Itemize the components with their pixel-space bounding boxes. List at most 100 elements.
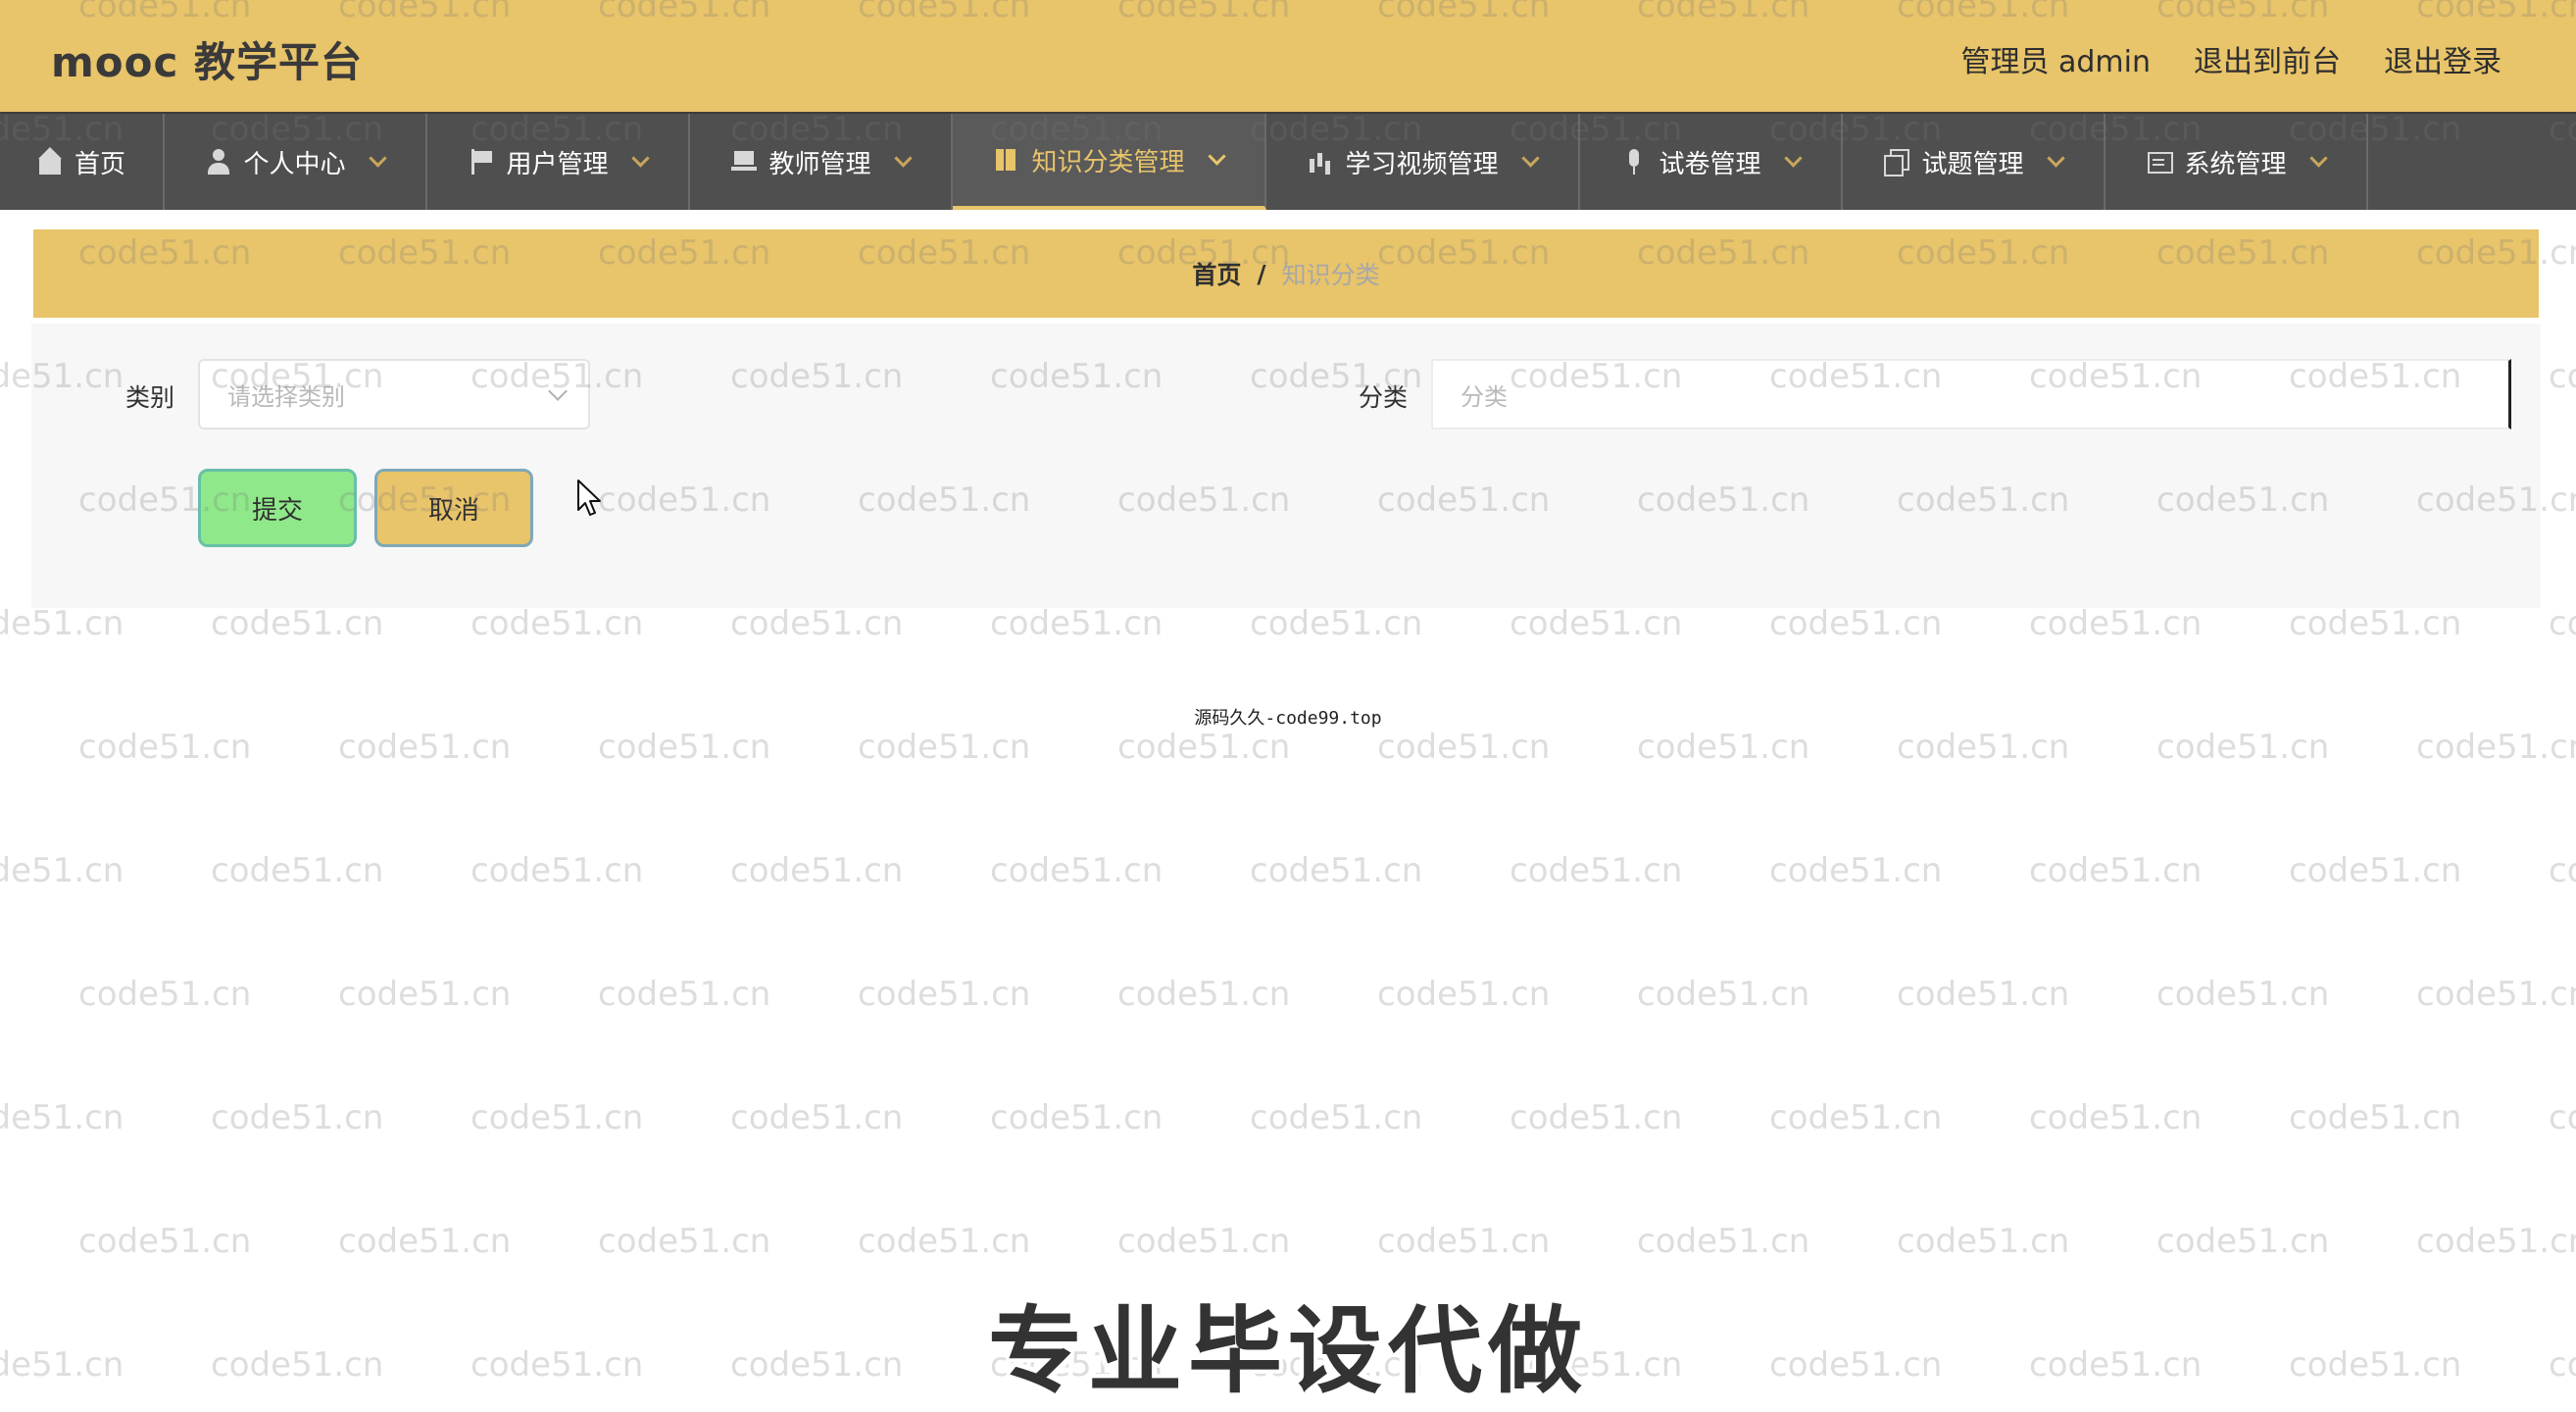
watermark-text: code51.cn [1250, 1098, 1423, 1137]
watermark-text: code51.cn [730, 604, 904, 643]
watermark-text: code51.cn [338, 1222, 512, 1261]
nav-item-label: 试卷管理 [1659, 149, 1761, 179]
cancel-button[interactable]: 取消 [374, 469, 533, 547]
watermark-text: code51.cn [471, 1098, 644, 1137]
top-header: mooc 教学平台 管理员 admin 退出到前台 退出登录 [0, 0, 2576, 112]
watermark-text: code51.cn [2416, 1222, 2576, 1261]
watermark-text: code51.cn [78, 975, 252, 1014]
chevron-down-icon [2046, 148, 2065, 168]
watermark-text: code51.cn [598, 728, 771, 767]
watermark-text: code51.cn [211, 1098, 384, 1137]
watermark-text: code51.cn [2289, 1098, 2462, 1137]
watermark-text: code51.cn [471, 851, 644, 890]
main-nav: 首页 个人中心 用户管理 教师管理 知识分类管理 学习视频管理 试卷管理 试题管… [0, 112, 2576, 210]
watermark-text: code51.cn [471, 604, 644, 643]
watermark-text: code51.cn [1377, 728, 1551, 767]
user-icon [206, 149, 231, 175]
watermark-text: code51.cn [1769, 604, 1943, 643]
logout-link[interactable]: 退出登录 [2384, 37, 2502, 80]
watermark-text: code51.cn [1510, 851, 1683, 890]
watermark-text: code51.cn [2156, 975, 2330, 1014]
watermark-text: code51.cn [2289, 604, 2462, 643]
watermark-text: code51.cn [858, 728, 1031, 767]
watermark-text: code51.cn [2156, 1222, 2330, 1261]
watermark-text: code51.cn [1637, 1222, 1810, 1261]
nav-item-user-management[interactable]: 用户管理 [427, 114, 690, 210]
promo-overlay-text: 专业毕设代做 [988, 1296, 1588, 1406]
watermark-text: code51.cn [1897, 728, 2070, 767]
nav-item-label: 个人中心 [243, 149, 346, 179]
nav-item-knowledge-category-management[interactable]: 知识分类管理 [953, 114, 1266, 210]
category-label: 类别 [125, 383, 175, 412]
exit-to-frontend-link[interactable]: 退出到前台 [2194, 37, 2341, 80]
chevron-down-icon [368, 148, 387, 168]
watermark-text: code51.cn [2156, 728, 2330, 767]
system-icon [2147, 149, 2174, 175]
watermark-text: code51.cn [1769, 1098, 1943, 1137]
watermark-text: code51.cn [2549, 357, 2576, 396]
header-actions: 管理员 admin 退出到前台 退出登录 [1960, 37, 2502, 80]
nav-item-label: 知识分类管理 [1031, 147, 1185, 177]
chevron-down-icon [1783, 148, 1803, 168]
watermark-text: code51.cn [2416, 728, 2576, 767]
breadcrumb-current: 知识分类 [1281, 261, 1380, 289]
watermark-text: code51.cn [990, 604, 1164, 643]
watermark-text: code51.cn [990, 851, 1164, 890]
nav-item-question-management[interactable]: 试题管理 [1843, 114, 2105, 210]
copy-icon [1884, 149, 1910, 176]
submit-button[interactable]: 提交 [198, 469, 357, 547]
watermark-text: code51.cn [2549, 1098, 2576, 1137]
nav-item-label: 学习视频管理 [1345, 149, 1499, 179]
watermark-text: code51.cn [1897, 1222, 2070, 1261]
watermark-text: code51.cn [2416, 975, 2576, 1014]
watermark-text: code51.cn [338, 975, 512, 1014]
app-title: mooc 教学平台 [51, 38, 363, 86]
nav-item-system-management[interactable]: 系统管理 [2105, 114, 2368, 210]
nav-item-study-video-management[interactable]: 学习视频管理 [1266, 114, 1580, 210]
flag-icon [469, 149, 494, 175]
watermark-text: code51.cn [1897, 975, 2070, 1014]
watermark-text: code51.cn [1377, 975, 1551, 1014]
watermark-text: code51.cn [1510, 1098, 1683, 1137]
watermark-text: code51.cn [1250, 851, 1423, 890]
nav-item-label: 系统管理 [2184, 149, 2287, 179]
watermark-text: code51.cn [1250, 604, 1423, 643]
category-form: 类别 请选择类别 分类 分类 提交 取消 [31, 324, 2541, 608]
nav-item-home[interactable]: 首页 [0, 114, 165, 210]
chevron-down-icon [1520, 148, 1540, 168]
category-select[interactable]: 请选择类别 [198, 359, 590, 429]
watermark-text: code51.cn [78, 1222, 252, 1261]
watermark-text: code51.cn [858, 975, 1031, 1014]
watermark-text: code51.cn [1117, 975, 1291, 1014]
book-icon [994, 147, 1019, 173]
watermark-text: code51.cn [1769, 851, 1943, 890]
current-user-label: 管理员 admin [1960, 45, 2151, 79]
watermark-text: code51.cn [338, 728, 512, 767]
watermark-text: code51.cn [730, 1098, 904, 1137]
breadcrumb: 首页 / 知识分类 [33, 229, 2539, 318]
breadcrumb-separator: / [1257, 259, 1266, 288]
watermark-text: code51.cn [211, 851, 384, 890]
watermark-text: code51.cn [2549, 604, 2576, 643]
classification-input-placeholder: 分类 [1461, 382, 1508, 411]
home-icon [37, 147, 63, 175]
watermark-text: code51.cn [598, 1222, 771, 1261]
watermark-text: code51.cn [2029, 851, 2203, 890]
bar-chart-icon [1308, 149, 1333, 175]
category-select-placeholder: 请选择类别 [227, 382, 345, 411]
watermark-text: code51.cn [2549, 851, 2576, 890]
chevron-down-icon [630, 148, 650, 168]
nav-item-label: 首页 [74, 149, 125, 179]
nav-item-personal-center[interactable]: 个人中心 [165, 114, 427, 210]
nav-item-exam-paper-management[interactable]: 试卷管理 [1580, 114, 1843, 210]
breadcrumb-home-link[interactable]: 首页 [1192, 256, 1241, 291]
nav-item-teacher-management[interactable]: 教师管理 [690, 114, 953, 210]
classification-input[interactable]: 分类 [1431, 359, 2511, 429]
watermark-text: code51.cn [730, 851, 904, 890]
chevron-down-icon [1207, 146, 1226, 166]
watermark-text: code51.cn [990, 1098, 1164, 1137]
watermark-text: code51.cn [858, 1222, 1031, 1261]
mouse-cursor-icon [577, 479, 601, 516]
watermark-text: code51.cn [1637, 728, 1810, 767]
watermark-text: code51.cn [1117, 728, 1291, 767]
